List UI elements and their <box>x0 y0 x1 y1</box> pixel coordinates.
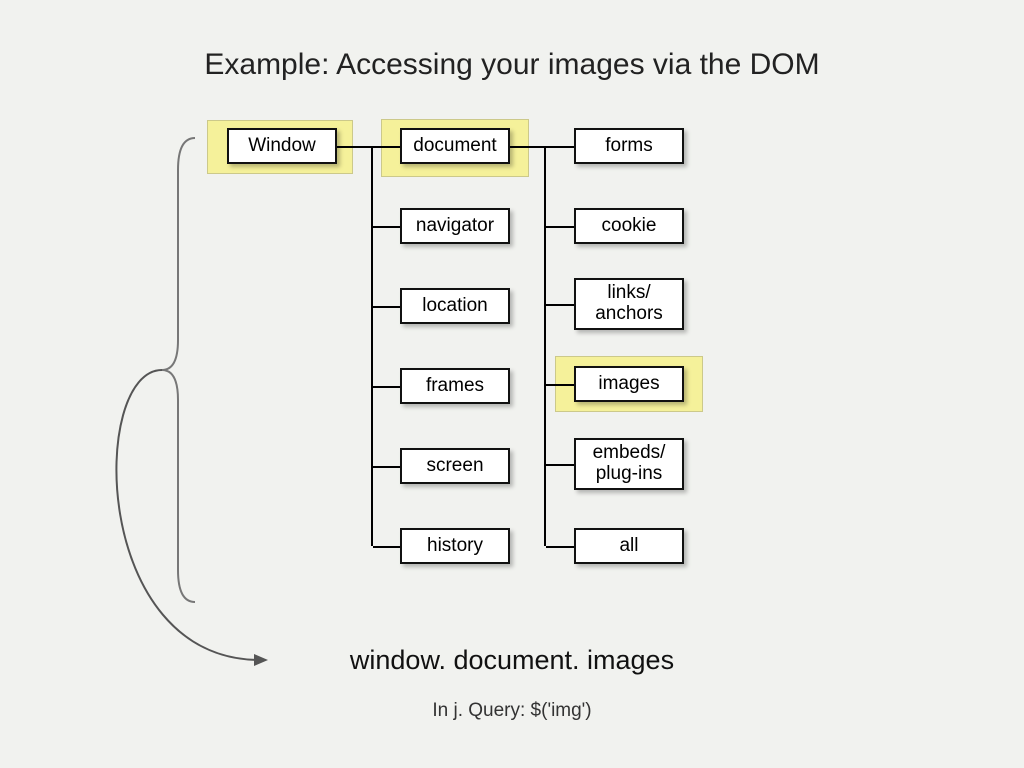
conn-s-frm <box>373 386 400 388</box>
conn-s-embeds <box>546 464 574 466</box>
conn-s-scr <box>373 466 400 468</box>
result-path: window. document. images <box>0 645 1024 676</box>
conn-h-document <box>510 146 546 148</box>
node-links: links/ anchors <box>574 278 684 330</box>
jquery-note: In j. Query: $('img') <box>0 700 1024 722</box>
conn-s-his <box>373 546 400 548</box>
node-forms: forms <box>574 128 684 164</box>
conn-s-loc <box>373 306 400 308</box>
dom-diagram: Window document navigator location frame… <box>175 120 795 610</box>
node-images: images <box>574 366 684 402</box>
node-all: all <box>574 528 684 564</box>
conn-s-doc <box>373 146 400 148</box>
conn-v-trunk1 <box>371 146 373 546</box>
node-embeds: embeds/ plug-ins <box>574 438 684 490</box>
conn-s-nav <box>373 226 400 228</box>
conn-v-trunk2 <box>544 146 546 546</box>
node-navigator: navigator <box>400 208 510 244</box>
node-window: Window <box>227 128 337 164</box>
node-cookie: cookie <box>574 208 684 244</box>
node-screen: screen <box>400 448 510 484</box>
conn-h-window <box>337 146 373 148</box>
conn-s-links <box>546 304 574 306</box>
page-title: Example: Accessing your images via the D… <box>0 48 1024 82</box>
conn-s-forms <box>546 146 574 148</box>
conn-s-images <box>546 384 574 386</box>
conn-s-cookie <box>546 226 574 228</box>
conn-s-all <box>546 546 574 548</box>
node-frames: frames <box>400 368 510 404</box>
node-location: location <box>400 288 510 324</box>
node-history: history <box>400 528 510 564</box>
node-document: document <box>400 128 510 164</box>
